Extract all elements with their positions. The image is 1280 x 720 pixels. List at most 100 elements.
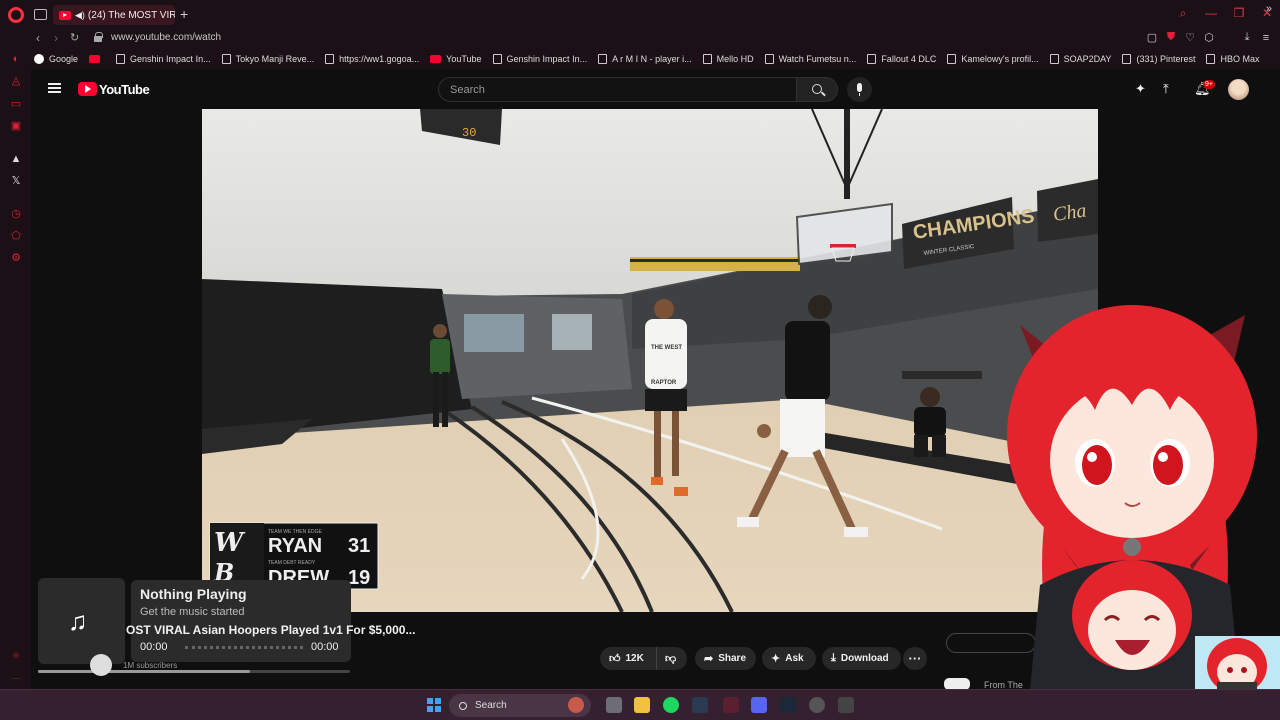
sidebar-settings-icon[interactable]: ⚙ (10, 252, 22, 264)
doc-bookmark-icon (221, 54, 231, 64)
sidebar-chat-icon[interactable]: ▭ (10, 98, 22, 110)
discord-icon[interactable] (751, 697, 767, 713)
restore-button[interactable]: ❐ (1232, 6, 1246, 21)
sidebar-app-icon[interactable]: ▲ (10, 153, 22, 165)
url-field[interactable]: www.youtube.com/watch (111, 32, 221, 43)
sparkle-icon: ✦ (771, 653, 781, 665)
forward-icon[interactable]: › (54, 31, 58, 45)
menu-icon[interactable]: ≡ (1260, 32, 1272, 44)
share-button[interactable]: ➦ Share (695, 647, 756, 670)
minimize-button[interactable]: — (1204, 6, 1218, 21)
music-progress-bar[interactable] (38, 670, 350, 673)
sidebar-aria-icon[interactable]: ◐ (10, 53, 22, 65)
new-tab-button[interactable]: + (180, 6, 188, 22)
music-progress-track[interactable] (185, 646, 303, 649)
bookmark-item[interactable]: Tokyo Manji Reve... (221, 54, 314, 64)
channel-avatar[interactable] (90, 654, 112, 676)
bookmark-label: Watch Fumetsu n... (778, 54, 857, 64)
bookmark-item[interactable]: Genshin Impact In... (116, 54, 211, 64)
sidebar-more-icon[interactable]: ··· (10, 672, 22, 684)
video-title: OST VIRAL Asian Hoopers Played 1v1 For $… (126, 623, 416, 637)
svg-text:30: 30 (462, 126, 476, 140)
share-label: Share (718, 653, 747, 664)
sidebar-extensions-icon[interactable]: ⬠ (10, 230, 22, 242)
bookmark-item[interactable]: YouTube (430, 54, 482, 64)
search-tabs-icon[interactable]: ⌕ (1176, 6, 1190, 21)
more-dots-icon: ··· (908, 651, 922, 666)
bookmark-item[interactable] (89, 55, 105, 63)
download-label: Download (840, 653, 889, 664)
extensions-icon[interactable]: ⬡ (1203, 31, 1215, 44)
spotify-icon[interactable] (663, 697, 679, 713)
reload-icon[interactable]: ↻ (70, 31, 79, 44)
window-controls: ⌕ — ❐ ✕ (1176, 6, 1274, 21)
download-icon[interactable]: ⤓ (1241, 31, 1253, 44)
svg-text:RAPTOR: RAPTOR (651, 380, 677, 386)
adblock-shield-icon[interactable]: ⛊ (1165, 31, 1177, 44)
download-button[interactable]: ⤓ Download (822, 647, 901, 670)
music-time-total: 00:00 (311, 641, 339, 653)
bookmark-item[interactable]: Mello HD (702, 54, 754, 64)
bookmark-item[interactable]: HBO Max (1206, 54, 1260, 64)
bookmark-item[interactable]: A r M I N - player i... (598, 54, 692, 64)
upload-icon[interactable]: ⤒ (1163, 81, 1169, 97)
ask-button[interactable]: ✦ Ask (762, 647, 816, 670)
youtube-header: YouTube ✦ ⤒ 🔔︎ 9+ (31, 69, 1280, 109)
active-tab[interactable]: ◀) (24) The MOST VIRAL (53, 5, 175, 25)
sidebar-history-icon[interactable]: ◷ (10, 208, 22, 220)
svg-text:TEAM DEBT READY: TEAM DEBT READY (268, 560, 316, 566)
obs-icon[interactable] (809, 697, 825, 713)
create-icon[interactable]: ✦ (1135, 81, 1146, 97)
search-input[interactable] (438, 77, 796, 102)
bookmarks-overflow-icon[interactable]: » (1266, 3, 1272, 15)
bookmark-item[interactable]: (331) Pinterest (1122, 54, 1195, 64)
video-player[interactable]: CHAMPIONS WINTER CLASSIC Cha 30 THE WEST… (202, 109, 1098, 612)
speaker-icon[interactable]: ◀) (75, 10, 85, 21)
music-widget-artwork[interactable]: ♫ (38, 578, 125, 664)
sidebar-ext-icon[interactable]: ◎ (10, 650, 22, 662)
heart-icon[interactable]: ♡ (1184, 31, 1196, 44)
bookmark-label: Google (49, 54, 79, 64)
file-explorer-icon[interactable] (634, 697, 650, 713)
like-button[interactable]: 👍︎ 12K (600, 647, 654, 670)
share-icon: ➦ (704, 653, 714, 665)
sidebar-x-icon[interactable]: 𝕏 (10, 175, 22, 187)
steam-icon[interactable] (692, 697, 708, 713)
bookmark-item[interactable]: Watch Fumetsu n... (764, 54, 857, 64)
bookmark-item[interactable]: SOAP2DAY (1049, 54, 1111, 64)
opera-logo-icon[interactable] (8, 7, 24, 23)
doc-bookmark-icon (1122, 54, 1132, 64)
lock-icon[interactable] (94, 32, 103, 42)
bookmark-item[interactable]: Genshin Impact In... (492, 54, 587, 64)
task-view-icon[interactable] (606, 697, 622, 713)
pennant-banners (630, 257, 800, 271)
sidebar-messenger-icon[interactable]: ◬ (10, 75, 22, 87)
search-button[interactable] (796, 77, 838, 102)
youtube-logo-text[interactable]: YouTube (99, 82, 150, 97)
opera-taskbar-icon[interactable] (723, 697, 739, 713)
bookmark-item[interactable]: Kamelowy's profil... (947, 54, 1039, 64)
youtube-logo-icon[interactable] (78, 82, 97, 96)
hamburger-menu-icon[interactable] (48, 83, 61, 93)
account-avatar[interactable] (1228, 79, 1249, 100)
bookmark-item[interactable]: https://ww1.gogoa... (325, 54, 419, 64)
snapshot-icon[interactable]: ▢ (1146, 31, 1158, 44)
voice-search-button[interactable] (847, 77, 872, 102)
workspaces-icon[interactable] (34, 9, 47, 20)
bookmark-item[interactable]: Fallout 4 DLC (867, 54, 936, 64)
back-icon[interactable]: ‹ (36, 31, 40, 45)
sidebar-m-icon[interactable]: ▣ (10, 120, 22, 132)
bookmark-label: Fallout 4 DLC (881, 54, 937, 64)
music-title: Nothing Playing (140, 586, 247, 602)
windows-start-icon[interactable] (427, 698, 441, 712)
notifications-badge: 9+ (1203, 80, 1215, 89)
taskbar-creature-icon[interactable] (568, 697, 584, 713)
ask-label: Ask (785, 653, 804, 664)
dislike-button[interactable]: 👎︎ (656, 647, 687, 670)
more-actions-button[interactable]: ··· (903, 647, 927, 670)
steam-client-icon[interactable] (780, 697, 796, 713)
app-icon[interactable] (838, 697, 854, 713)
bookmark-item[interactable]: Google (34, 54, 78, 64)
svg-text:Cha: Cha (1052, 200, 1088, 226)
like-count: 12K (625, 653, 644, 664)
